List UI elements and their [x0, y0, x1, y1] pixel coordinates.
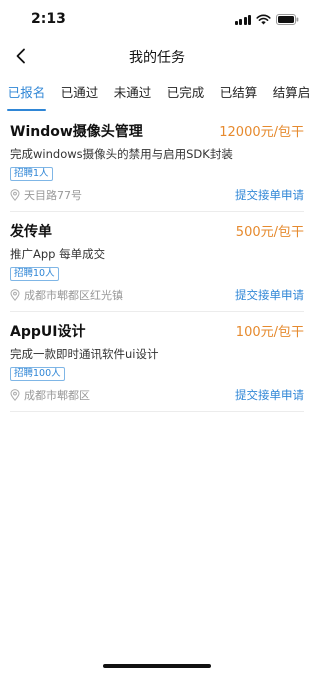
submit-application-button[interactable]: 提交接单申请 [235, 287, 304, 303]
task-card[interactable]: Window摄像头管理 12000元/包干 完成windows摄像头的禁用与启用… [10, 112, 304, 212]
home-indicator [103, 664, 211, 668]
location-pin-icon [10, 189, 20, 201]
task-price: 500元/包干 [235, 225, 304, 240]
status-bar: 2:13 [0, 0, 314, 40]
task-card[interactable]: AppUI设计 100元/包干 完成一款即时通讯软件ui设计 招聘100人 成都… [10, 312, 304, 412]
battery-icon [276, 14, 299, 25]
tab-registered[interactable]: 已报名 [0, 80, 53, 112]
status-time: 2:13 [31, 11, 66, 27]
tab-approved[interactable]: 已通过 [53, 80, 106, 112]
task-location: 天目路77号 [10, 187, 82, 203]
location-text: 成都市郫都区 [24, 389, 90, 402]
task-card[interactable]: 发传单 500元/包干 推广App 每单成交 招聘10人 成都市郫都区红光镇 提… [10, 212, 304, 312]
submit-application-button[interactable]: 提交接单申请 [235, 187, 304, 203]
location-text: 成都市郫都区红光镇 [24, 289, 123, 302]
task-location: 成都市郫都区 [10, 387, 90, 403]
task-description: 推广App 每单成交 [10, 247, 106, 261]
submit-application-button[interactable]: 提交接单申请 [235, 387, 304, 403]
recruit-badge: 招聘1人 [10, 167, 53, 181]
task-description: 完成windows摄像头的禁用与启用SDK封装 [10, 147, 233, 161]
task-title: AppUI设计 [10, 324, 86, 340]
recruit-badge: 招聘10人 [10, 267, 59, 281]
tab-rejected[interactable]: 未通过 [106, 80, 159, 112]
tab-completed[interactable]: 已完成 [159, 80, 212, 112]
tab-settlement-started[interactable]: 结算启 [265, 80, 314, 112]
task-price: 12000元/包干 [219, 125, 304, 140]
nav-bar: 我的任务 [0, 40, 314, 72]
task-location: 成都市郫都区红光镇 [10, 287, 123, 303]
status-icons [234, 14, 300, 25]
page-title: 我的任务 [129, 50, 185, 66]
location-pin-icon [10, 389, 20, 401]
task-title: Window摄像头管理 [10, 124, 143, 140]
cellular-signal-icon [234, 14, 251, 25]
task-list: Window摄像头管理 12000元/包干 完成windows摄像头的禁用与启用… [10, 112, 304, 412]
task-description: 完成一款即时通讯软件ui设计 [10, 347, 159, 361]
location-text: 天目路77号 [24, 189, 82, 202]
recruit-badge: 招聘100人 [10, 367, 65, 381]
task-title: 发传单 [10, 224, 52, 240]
location-pin-icon [10, 289, 20, 301]
tab-settled[interactable]: 已结算 [212, 80, 265, 112]
wifi-icon [256, 14, 271, 25]
status-tabs: 已报名 已通过 未通过 已完成 已结算 结算启 [0, 80, 314, 112]
task-price: 100元/包干 [235, 325, 304, 340]
